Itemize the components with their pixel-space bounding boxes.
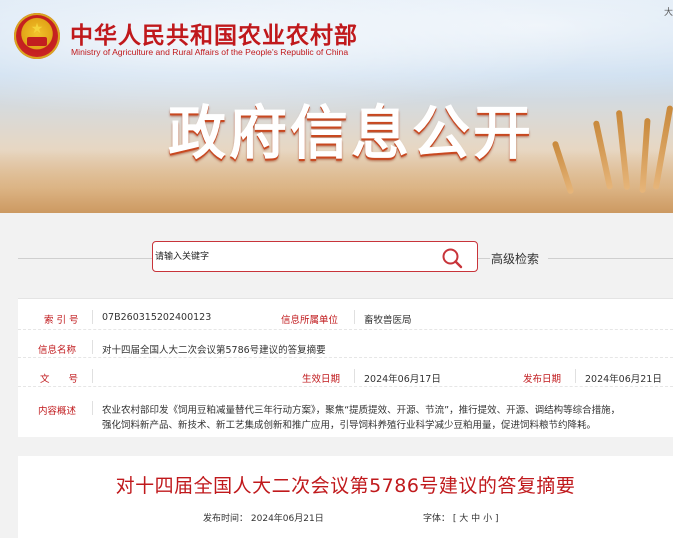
ministry-name-en: Ministry of Agriculture and Rural Affair… bbox=[71, 47, 349, 57]
national-emblem-icon: ★ bbox=[14, 13, 60, 59]
name-value: 对十四届全国人大二次会议第5786号建议的答复摘要 bbox=[102, 345, 326, 356]
publish-time-label: 发布时间： bbox=[203, 514, 249, 524]
publish-date-value: 2024年06月21日 bbox=[585, 374, 662, 385]
font-bracket-close: ] bbox=[494, 514, 499, 524]
publish-time-value: 2024年06月21日 bbox=[250, 514, 324, 524]
search-box bbox=[152, 241, 478, 272]
font-bracket-open: [ bbox=[452, 514, 457, 524]
index-value: 07B260315202400123 bbox=[102, 312, 212, 323]
info-row-name: 信息名称 对十四届全国人大二次会议第5786号建议的答复摘要 bbox=[18, 329, 673, 358]
corner-text: 大 bbox=[664, 8, 673, 18]
divider bbox=[92, 369, 93, 383]
docno-label: 文 号 bbox=[40, 374, 79, 385]
summary-text: 农业农村部印发《饲用豆粕减量替代三年行动方案》，聚焦“提质提效、开源、节流”，推… bbox=[102, 403, 672, 433]
divider-left bbox=[18, 258, 152, 259]
effective-date-label: 生效日期 bbox=[302, 374, 341, 385]
divider-mid bbox=[478, 258, 490, 259]
summary-line: 强化饲料新产品、新技术、新工艺集成创新和推广应用，引导饲料养殖行业科学减少豆粕用… bbox=[102, 420, 597, 431]
divider bbox=[92, 340, 93, 354]
search-input[interactable] bbox=[155, 248, 425, 266]
index-label: 索 引 号 bbox=[44, 315, 79, 326]
org-label: 信息所属单位 bbox=[281, 315, 339, 326]
name-label: 信息名称 bbox=[38, 345, 77, 356]
font-size-large-button[interactable]: 大 bbox=[459, 514, 468, 524]
font-size-medium-button[interactable]: 中 bbox=[471, 514, 480, 524]
summary-line: 农业农村部印发《饲用豆粕减量替代三年行动方案》，聚焦“提质提效、开源、节流”，推… bbox=[102, 405, 621, 416]
font-size-label: 字体： bbox=[423, 514, 451, 524]
divider bbox=[92, 401, 93, 415]
ministry-name-cn: 中华人民共和国农业农村部 bbox=[70, 22, 358, 49]
info-table: 索 引 号 07B260315202400123 信息所属单位 畜牧兽医局 信息… bbox=[18, 298, 673, 437]
divider bbox=[354, 369, 355, 383]
info-row-index: 索 引 号 07B260315202400123 信息所属单位 畜牧兽医局 bbox=[18, 299, 673, 330]
org-value: 畜牧兽医局 bbox=[364, 315, 412, 326]
document-title: 对十四届全国人大二次会议第5786号建议的答复摘要 bbox=[115, 475, 576, 497]
divider bbox=[575, 369, 576, 383]
publish-time: 发布时间： 2024年06月21日 bbox=[203, 511, 324, 524]
publish-date-label: 发布日期 bbox=[523, 374, 562, 385]
info-row-docno: 文 号 生效日期 2024年06月17日 发布日期 2024年06月21日 bbox=[18, 357, 673, 387]
document-panel: 对十四届全国人大二次会议第5786号建议的答复摘要 发布时间： 2024年06月… bbox=[18, 456, 673, 538]
search-icon[interactable] bbox=[441, 247, 463, 269]
summary-label: 内容概述 bbox=[38, 406, 77, 417]
font-size-small-button[interactable]: 小 bbox=[483, 514, 492, 524]
divider-right bbox=[548, 258, 673, 259]
divider bbox=[354, 310, 355, 324]
font-size-controls: 字体： [ 大 中 小 ] bbox=[423, 511, 498, 524]
section-title: 政府信息公开 bbox=[168, 99, 535, 167]
effective-date-value: 2024年06月17日 bbox=[364, 374, 441, 385]
header-banner: ★ 中华人民共和国农业农村部 Ministry of Agriculture a… bbox=[0, 0, 673, 213]
divider bbox=[92, 310, 93, 324]
advanced-search-link[interactable]: 高级检索 bbox=[491, 250, 539, 267]
